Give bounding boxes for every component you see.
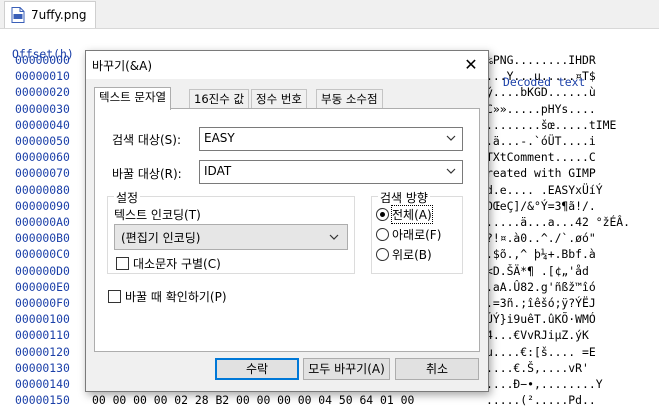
dialog-title: 바꾸기(&A) — [92, 59, 153, 73]
file-tab[interactable]: 7uffy.png — [4, 1, 96, 28]
row-offset: 000000E0 — [15, 279, 70, 294]
match-case-checkbox[interactable] — [116, 257, 129, 270]
replace-value: IDAT — [204, 164, 232, 178]
row-decoded-text[interactable]: ...Y...u.....¤T$ — [486, 69, 596, 83]
row-offset: 000000A0 — [15, 215, 70, 229]
row-offset: 00000130 — [15, 360, 70, 375]
row-offset: 00000050 — [15, 134, 70, 148]
chevron-down-icon — [444, 164, 458, 178]
chevron-down-icon — [327, 230, 341, 244]
row-decoded-text[interactable]: OŒeÇ]/&°Ý=3¶ã!/. — [486, 199, 596, 213]
dialog-titlebar: 바꾸기(&A) ✕ — [86, 51, 488, 79]
row-offset: 00000070 — [15, 166, 70, 181]
text-string-panel: 검색 대상(S): EASY 바꿀 대상(R): IDAT 설정 텍스트 인코딩… — [94, 108, 480, 352]
close-icon[interactable]: ✕ — [454, 51, 488, 79]
row-decoded-text[interactable]: ....€.Š,....vR' — [486, 361, 589, 375]
search-label: 검색 대상(S): — [112, 133, 181, 147]
row-offset: 00000100 — [15, 312, 70, 327]
match-case-label: 대소문자 구별(C) — [133, 257, 221, 271]
direction-group: 검색 방향 전체(A) 아래로(F) 위로(B) — [371, 189, 463, 274]
encoding-label: 텍스트 인코딩(T) — [114, 208, 201, 222]
chevron-down-icon — [444, 131, 458, 145]
row-decoded-text[interactable]: TXtComment.....C — [486, 150, 596, 164]
row-offset: 000000F0 — [15, 296, 70, 310]
row-decoded-text[interactable]: ý....bKGD......ù — [486, 85, 596, 99]
row-offset: 00000020 — [15, 85, 70, 100]
replace-dialog: 바꾸기(&A) ✕ 텍스트 문자열 16진수 값 정수 번호 부동 소수점 검색… — [85, 50, 489, 392]
row-offset: 00000090 — [15, 198, 70, 213]
row-offset: 00000010 — [15, 69, 70, 84]
direction-up-label: 위로(B) — [392, 248, 432, 262]
row-offset: 00000030 — [15, 101, 70, 116]
row-offset: 00000060 — [15, 150, 70, 165]
row-decoded-text[interactable]: <D.ŠÄ*¶ .[¢„'åd — [486, 264, 589, 278]
file-tab-bar: 7uffy.png — [0, 0, 659, 29]
row-offset: 00000140 — [15, 377, 70, 391]
row-decoded-text[interactable]: .ä...-.`óÜT....i — [486, 134, 596, 148]
settings-title: 설정 — [114, 189, 141, 206]
row-decoded-text[interactable]: C»».....pHYs.... — [486, 102, 596, 116]
row-offset: 00000120 — [15, 344, 70, 359]
row-bytes[interactable]: 00 00 00 00 02 28 B2 00 00 00 00 04 50 6… — [92, 393, 414, 407]
row-decoded-text[interactable]: .....(².....Pd.. — [486, 393, 596, 407]
row-offset: 000000D0 — [15, 263, 70, 278]
direction-all-label: 전체(A) — [391, 205, 433, 224]
row-offset: 00000000 — [15, 53, 70, 67]
row-offset: 00000080 — [15, 182, 70, 197]
direction-up-radio[interactable] — [376, 248, 389, 261]
encoding-value: (편집기 인코딩) — [121, 231, 201, 245]
dialog-tabs: 텍스트 문자열 16진수 값 정수 번호 부동 소수점 — [94, 87, 480, 110]
replace-combo[interactable]: IDAT — [199, 160, 463, 184]
row-decoded-text[interactable]: reated with GIMP — [486, 166, 596, 180]
tab-float[interactable]: 부동 소수점 — [316, 89, 383, 109]
file-tab-label: 7uffy.png — [31, 8, 87, 22]
tab-text-string[interactable]: 텍스트 문자열 — [94, 87, 172, 110]
row-decoded-text[interactable]: ........šœ.....tIME — [486, 118, 616, 132]
row-decoded-text[interactable]: d.e.... .EASYxÜíÝ — [486, 183, 603, 197]
row-decoded-text[interactable]: .$õ.,^ þ¼+.Bbf.à — [486, 247, 596, 261]
row-offset: 00000040 — [15, 117, 70, 132]
tab-integer[interactable]: 정수 번호 — [251, 89, 307, 109]
row-decoded-text[interactable]: .=3ñ.;îêšó;ÿ?ÝËJ — [486, 296, 596, 310]
row-decoded-text[interactable]: 4...€VvRJiµZ.ýK — [486, 328, 589, 342]
encoding-select[interactable]: (편집기 인코딩) — [114, 224, 348, 250]
row-offset: 000000C0 — [15, 247, 70, 262]
direction-all-radio[interactable] — [376, 208, 389, 221]
search-value: EASY — [204, 131, 235, 145]
row-decoded-text[interactable]: ÚÝ}i9uêT.ûKÕ·WMÓ — [486, 312, 596, 326]
row-offset: 000000B0 — [15, 231, 70, 246]
row-decoded-text[interactable]: .....ä...a...42 °žÉÂ. — [486, 215, 630, 229]
replace-all-button[interactable]: 모두 바꾸기(A) — [303, 358, 390, 380]
direction-down-radio[interactable] — [376, 228, 389, 241]
accept-button[interactable]: 수락 — [215, 358, 299, 380]
tab-hex-value[interactable]: 16진수 값 — [189, 89, 250, 109]
cancel-button[interactable]: 취소 — [395, 358, 479, 380]
row-offset: 00000110 — [15, 328, 70, 343]
row-decoded-text[interactable]: .aA.Û82.g'ñßž™îó — [486, 280, 596, 294]
direction-down-label: 아래로(F) — [392, 228, 442, 242]
row-decoded-text[interactable]: ....Ð−•,........Y — [486, 377, 603, 391]
settings-group: 설정 텍스트 인코딩(T) (편집기 인코딩) 대소문자 구별(C) — [107, 189, 355, 274]
search-combo[interactable]: EASY — [199, 127, 463, 151]
confirm-replace-checkbox[interactable] — [108, 290, 121, 303]
hex-file-icon — [11, 7, 25, 23]
row-decoded-text[interactable]: ?!¤.à0..^./`.øó" — [486, 231, 596, 245]
row-decoded-text[interactable]: u....€:[š.... =E — [486, 345, 596, 359]
replace-label: 바꿀 대상(R): — [112, 167, 182, 181]
row-decoded-text[interactable]: ‰PNG........IHDR — [486, 53, 596, 67]
direction-title: 검색 방향 — [378, 189, 430, 206]
confirm-replace-label: 바꿀 때 확인하기(P) — [125, 290, 227, 304]
row-offset: 00000150 — [15, 393, 70, 408]
